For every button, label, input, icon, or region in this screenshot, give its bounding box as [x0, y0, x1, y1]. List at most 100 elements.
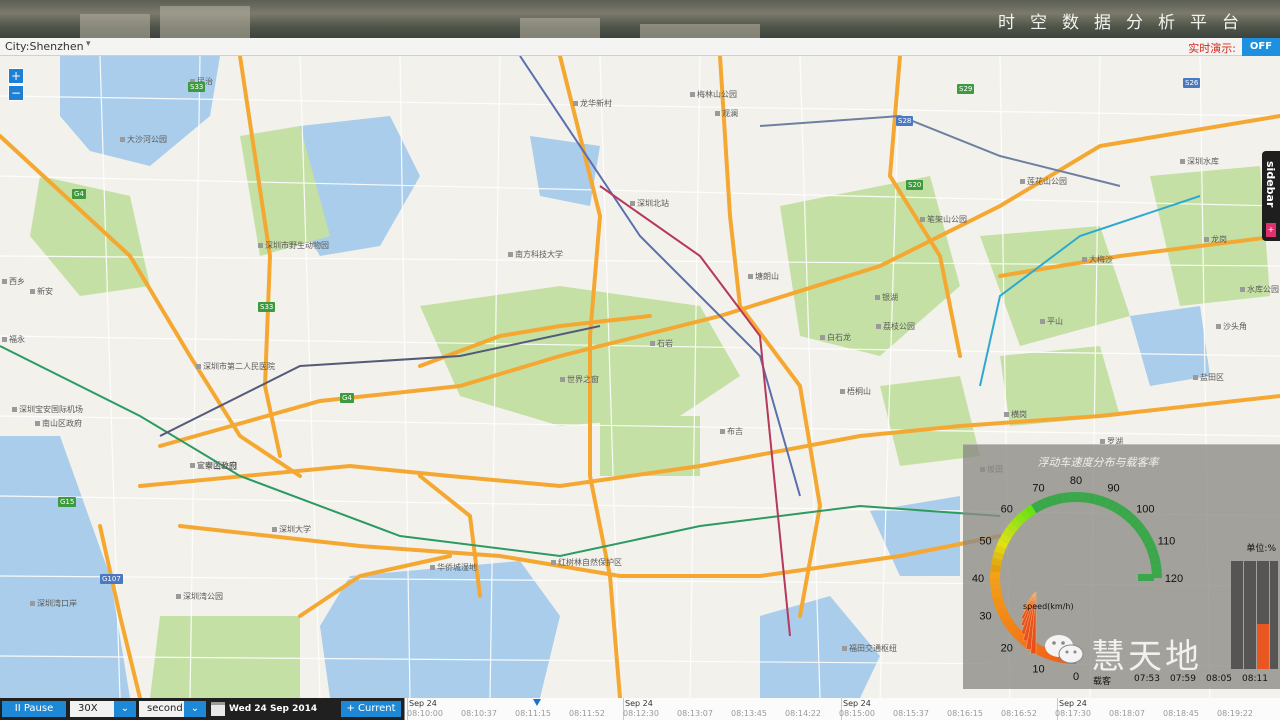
timeline-day-label: Sep 24 [843, 699, 871, 708]
speed-occupancy-panel: 0 10 20 30 40 50 60 70 80 90 100 110 120 浮动车速度分布与载客率… [963, 444, 1280, 689]
banner-building [640, 24, 760, 38]
timeline-scrubber[interactable]: Sep 24 Sep 24 Sep 24 Sep 24 08:10:00 08:10:37… [404, 698, 1280, 720]
city-dropdown-icon[interactable]: ▾ [86, 39, 91, 49]
gauge-arc-segment [990, 578, 1001, 585]
gauge-end-cap [1138, 574, 1154, 581]
map-place-label: 世界之窗 [560, 374, 599, 385]
sidebar-tab-label: sidebar [1264, 161, 1277, 208]
calendar-icon[interactable] [211, 702, 225, 716]
map-place-label: 深圳湾口岸 [30, 598, 77, 609]
map-place-label: 深圳市野生动物园 [258, 240, 329, 251]
gauge-tick-label: 60 [1001, 504, 1013, 516]
map-place-label: 南山区政府 [35, 418, 82, 429]
zoom-in-button[interactable]: + [8, 68, 24, 84]
city-bar: City:Shenzhen ▾ 实时演示: OFF [0, 38, 1280, 56]
map-place-label: 新安 [30, 286, 53, 297]
occupancy-bar [1257, 561, 1269, 669]
gauge-arc-segment [990, 571, 1001, 578]
map-place-label: 红树林自然保护区 [551, 557, 622, 568]
gauge-tick-label: 30 [979, 611, 991, 623]
map-place-label: 西乡 [2, 276, 25, 287]
map-place-label: 大梅沙 [1082, 254, 1113, 265]
map-place-label: 盐田区 [1193, 372, 1224, 383]
banner-building [160, 6, 250, 38]
timeline-tick-label: 08:10:00 [407, 709, 443, 718]
timeline-tick-label: 08:18:07 [1109, 709, 1145, 718]
map-place-label: 龙岗 [1204, 234, 1227, 245]
gauge-tick-label: 90 [1107, 482, 1119, 494]
map-place-label: 塘朗山 [748, 271, 779, 282]
banner-building [520, 18, 600, 38]
highway-shield: G4 [340, 393, 354, 403]
map-place-label: 龙华新村 [573, 98, 612, 109]
timeline-tick-label: 08:18:45 [1163, 709, 1199, 718]
gauge-axis-label: speed(km/h) [1023, 602, 1074, 611]
map-place-label: 梧桐山 [840, 386, 871, 397]
highway-shield: S33 [258, 302, 276, 312]
timeline-tick-label: 08:11:52 [569, 709, 605, 718]
playback-controls: II Pause 30X ⌄ second ⌄ Wed 24 Sep 2014 … [0, 698, 1280, 720]
banner-building [80, 14, 150, 38]
time-label: 08:11 [1242, 674, 1268, 684]
occupancy-bar [1244, 561, 1256, 669]
wechat-icon [1045, 635, 1084, 664]
timeline-tick-label: 08:10:37 [461, 709, 497, 718]
current-datetime: Wed 24 Sep 2014 08:11 [229, 704, 318, 714]
gauge-tick-label: 50 [979, 535, 991, 547]
map-place-label: 大沙河公园 [120, 134, 167, 145]
pause-button[interactable]: II Pause [2, 701, 66, 717]
watermark-caption: 载客 [1093, 677, 1112, 687]
timeline-day-label: Sep 24 [1059, 699, 1087, 708]
highway-shield: S33 [188, 82, 206, 92]
highway-shield: S28 [896, 116, 914, 126]
highway-shield: S29 [957, 84, 975, 94]
map-place-label: 水库公园 [1240, 284, 1279, 295]
app-window: 时空数据分析平台 City:Shenzhen ▾ 实时演示: OFF 深圳宝安国… [0, 0, 1280, 720]
zoom-out-button[interactable]: − [8, 85, 24, 101]
gauge-tick-label: 40 [972, 573, 984, 585]
map-place-label: 深圳北站 [630, 198, 669, 209]
gauge-tick-label: 100 [1136, 504, 1154, 516]
map-place-label: 深圳大学 [272, 524, 311, 535]
occupancy-bar-fill [1257, 623, 1269, 669]
timeline-tick-label: 08:19:22 [1217, 709, 1253, 718]
map-place-label: 深圳宝安国际机场 [12, 404, 83, 415]
timeline-tick-label: 08:13:45 [731, 709, 767, 718]
timeline-cursor[interactable] [533, 699, 541, 706]
map-place-label: 银湖 [875, 292, 898, 303]
map-place-label: 沙头角 [1216, 321, 1247, 332]
gauge-tick-label: 110 [1158, 535, 1176, 547]
timeline-tick-label: 08:13:07 [677, 709, 713, 718]
map-place-label: 观澜 [715, 108, 738, 119]
highway-shield: G15 [58, 497, 77, 507]
gauge-tick-label: 0 [1073, 671, 1079, 683]
timeline-tick-label: 08:17:30 [1055, 709, 1091, 718]
map-place-label: 梅林山公园 [690, 89, 737, 100]
occupancy-unit-label: 单位:% [1246, 544, 1276, 554]
sidebar-toggle-tab[interactable]: sidebar + [1262, 151, 1280, 241]
realtime-demo-label: 实时演示: [1188, 42, 1236, 55]
map-place-label: 莲花山公园 [1020, 176, 1067, 187]
map-place-label: 深圳水库 [1180, 156, 1219, 167]
gauge-arc-segment [1069, 492, 1076, 503]
timeline-tick-label: 08:14:22 [785, 709, 821, 718]
page-title: 时空数据分析平台 [998, 13, 1254, 33]
watermark-brand: 慧天地 [1091, 637, 1202, 677]
highway-shield: G4 [72, 189, 86, 199]
map-place-label: 南方科技大学 [508, 249, 563, 260]
gauge-tick-label: 70 [1032, 482, 1044, 494]
current-button[interactable]: + Current [341, 701, 401, 717]
city-selector[interactable]: City:Shenzhen [5, 40, 84, 53]
chevron-down-icon[interactable]: ⌄ [184, 701, 206, 717]
realtime-toggle[interactable]: OFF [1242, 38, 1280, 56]
sidebar-pin-button[interactable]: + [1266, 223, 1276, 237]
header-banner: 时空数据分析平台 [0, 0, 1280, 38]
highway-shield: G107 [100, 574, 123, 584]
map-place-label: 福田交通枢纽 [842, 643, 897, 654]
timeline-day-label: Sep 24 [409, 699, 437, 708]
timeline-tick-label: 08:16:52 [1001, 709, 1037, 718]
gauge-tick-label: 80 [1070, 475, 1082, 487]
highway-shield: S26 [1183, 78, 1201, 88]
chevron-down-icon[interactable]: ⌄ [114, 701, 136, 717]
timeline-tick-label: 08:11:15 [515, 709, 551, 718]
